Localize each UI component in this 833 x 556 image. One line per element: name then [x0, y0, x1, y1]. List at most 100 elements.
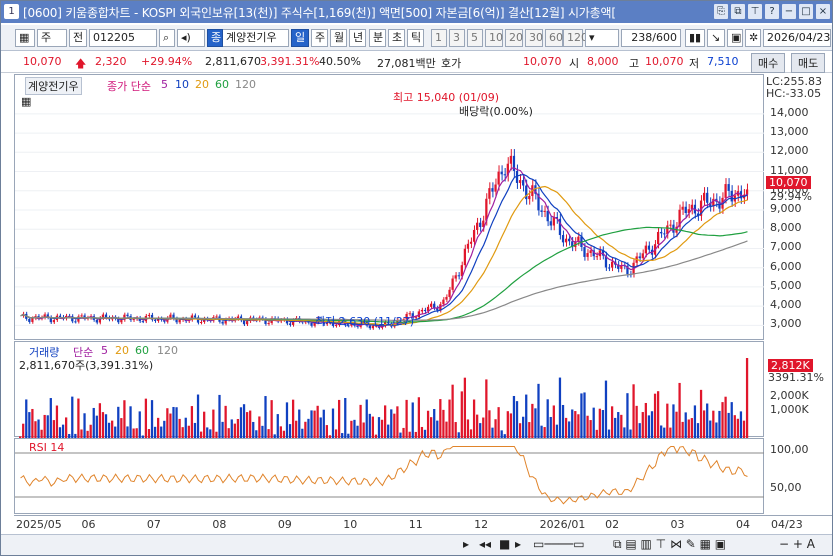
volume-bar [721, 402, 724, 438]
volume-bar [617, 412, 620, 438]
rsi-label: RSI 14 [29, 441, 65, 454]
group-badge[interactable]: 종 [207, 29, 223, 47]
draw-icon[interactable]: ↘ [707, 29, 725, 47]
open-label: 시 [569, 57, 580, 70]
interval-select[interactable]: ▾ [585, 29, 619, 47]
period-tick[interactable]: 틱 [407, 29, 424, 47]
open-value: 8,000 [587, 55, 619, 68]
price-tick: 6,000 [770, 259, 802, 273]
ma-10-line [20, 173, 748, 327]
stock-name-field[interactable]: 계양전기우 [223, 29, 289, 47]
date-field[interactable]: 2026/04/23 [763, 29, 831, 47]
period-second[interactable]: 초 [388, 29, 405, 47]
volume-bar [178, 418, 181, 438]
volume-bar [730, 402, 733, 438]
ask-label: 호가 [441, 57, 462, 70]
num-3[interactable]: 3 [449, 29, 465, 47]
forward-icon[interactable]: ▸ [515, 537, 521, 551]
volume-bar [245, 412, 249, 438]
price-panel[interactable]: 계양전기우 종가 단순 5 10 20 60 120 ▦ 최고 15,040 (… [14, 74, 765, 341]
volume-bar [261, 425, 264, 438]
volume-bar [690, 418, 693, 438]
volume-bar [497, 407, 500, 438]
volume-bar [193, 422, 197, 438]
volume-bar [52, 420, 56, 438]
candle-body [466, 243, 470, 249]
volume-bar [34, 421, 37, 438]
num-30[interactable]: 30 [525, 29, 543, 47]
num-10[interactable]: 10 [485, 29, 503, 47]
volume-bar [610, 406, 614, 438]
sell-button[interactable]: 매도 [791, 53, 826, 73]
volume-bar [61, 424, 65, 438]
volume-bar [666, 403, 669, 438]
stop-icon[interactable]: ■ [499, 537, 510, 551]
period-month[interactable]: 월 [330, 29, 347, 47]
num-120[interactable]: 120 [563, 29, 588, 47]
maximize-icon[interactable]: □ [799, 4, 813, 19]
code-input[interactable]: 012205 [89, 29, 157, 47]
num-5[interactable]: 5 [467, 29, 483, 47]
sound-icon[interactable]: ◂) [177, 29, 205, 47]
period-minute[interactable]: 분 [369, 29, 386, 47]
close-icon[interactable]: × [816, 4, 830, 19]
grid-icon[interactable]: ▦ [21, 95, 31, 108]
buy-button[interactable]: 매수 [751, 53, 786, 73]
num-1[interactable]: 1 [431, 29, 447, 47]
volume-rate: 3,391.31% [260, 55, 320, 68]
copy-icon[interactable]: ⧉ [731, 4, 745, 19]
tool-icons[interactable]: ⧉ ▤ ▥ ⊤ ⋈ ✎ ▦ ▣ [613, 537, 726, 552]
price-chart[interactable] [15, 75, 765, 341]
volume-bar [92, 407, 95, 438]
price-value: 10,070 [23, 55, 62, 68]
rsi-panel[interactable]: RSI 14 [14, 438, 765, 515]
volume-bar [175, 407, 178, 438]
help-icon[interactable]: ? [765, 4, 779, 19]
prev-button[interactable]: 전 [69, 29, 87, 47]
pin-icon[interactable]: ⊤ [748, 4, 762, 19]
candle-body [500, 171, 503, 175]
candle-body [95, 319, 98, 323]
play-icon[interactable]: ▸ [463, 537, 469, 551]
layout-icon[interactable]: ▦ [15, 29, 35, 47]
period-week[interactable]: 주 [311, 29, 328, 47]
volume-bar [552, 405, 555, 438]
vol-tick-1000k: 1,000K [770, 403, 809, 416]
volume-bar [132, 428, 135, 438]
num-60[interactable]: 60 [545, 29, 563, 47]
search-icon[interactable]: ⌕ [159, 29, 175, 47]
price-tick: 3,000 [770, 317, 802, 331]
low-annotation: 최저 2,630 (11/27) [315, 315, 415, 328]
volume-bar [420, 426, 424, 438]
save-icon[interactable]: ▣ [727, 29, 743, 47]
scroll-slider[interactable]: ▭────▭ [533, 537, 585, 551]
period-day[interactable]: 일 [291, 29, 309, 47]
num-20[interactable]: 20 [505, 29, 523, 47]
volume-bar [43, 414, 46, 438]
candle-body [442, 299, 445, 305]
volume-bar [322, 409, 325, 438]
market-select[interactable]: 주 [37, 29, 67, 47]
rsi-chart[interactable] [15, 439, 765, 515]
rewind-icon[interactable]: ◂◂ [479, 537, 491, 551]
current-price-tag: 10,070 [766, 176, 811, 189]
volume-panel[interactable]: 거래량 단순 5 20 60 120 2,811,670주(3,391.31%) [14, 341, 764, 438]
candle-body [469, 241, 473, 244]
candle-body [132, 319, 135, 321]
zoom-icons[interactable]: − + A [779, 537, 815, 551]
count-field[interactable]: 238/600 [621, 29, 681, 47]
ma-20: 20 [195, 78, 209, 91]
high-label: 고 [629, 57, 640, 70]
candle-body [479, 222, 482, 228]
candle-body [669, 224, 672, 226]
volume-bar [184, 417, 187, 438]
link-icon[interactable]: ⎘ [714, 4, 728, 19]
gear-icon[interactable]: ✲ [745, 29, 761, 47]
minimize-icon[interactable]: − [782, 4, 796, 19]
candle-body [448, 289, 451, 297]
candle-body [153, 319, 157, 321]
period-year[interactable]: 년 [349, 29, 366, 47]
volume-bar [506, 411, 509, 438]
volume-bar [598, 408, 601, 438]
candle-icon[interactable]: ▮▮ [685, 29, 705, 47]
